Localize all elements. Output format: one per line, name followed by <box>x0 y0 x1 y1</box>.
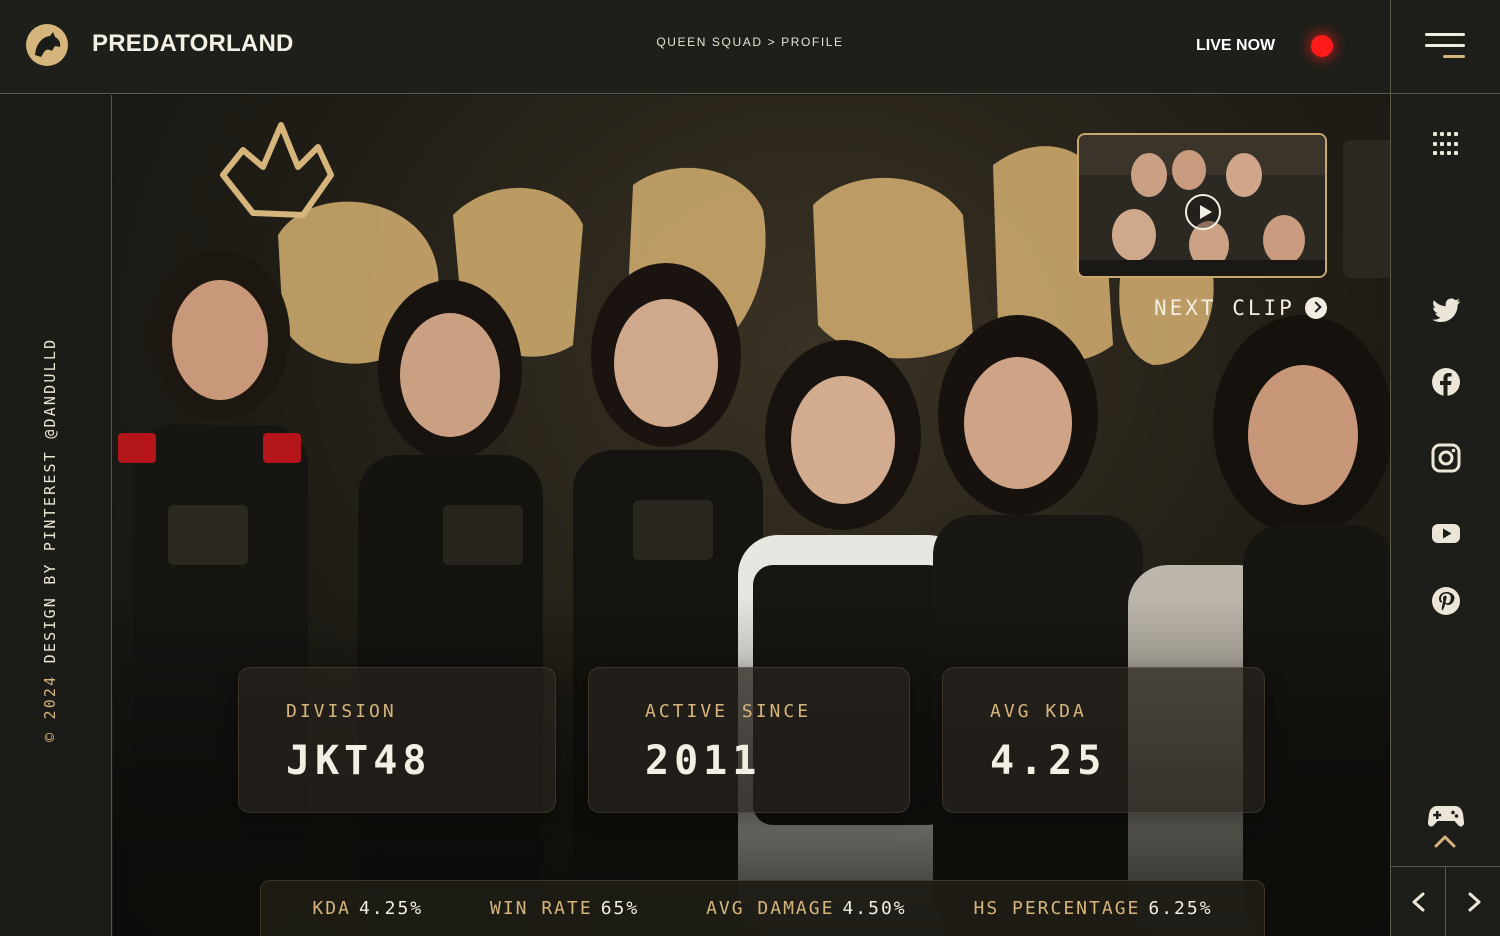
gamepad-icon[interactable] <box>1427 801 1465 831</box>
twitter-icon[interactable] <box>1430 294 1462 326</box>
ticker-label: AVG DAMAGE <box>706 898 835 919</box>
stat-value: JKT48 <box>286 738 432 784</box>
ticker-item-avg-damage: AVG DAMAGE 4.50% <box>706 898 907 919</box>
breadcrumb: QUEEN SQUAD > PROFILE <box>600 35 900 49</box>
right-rail <box>1390 0 1500 936</box>
pinterest-icon[interactable] <box>1430 585 1462 617</box>
youtube-icon[interactable] <box>1430 517 1462 549</box>
ticker-value: 6.25% <box>1148 898 1213 919</box>
stat-label: DIVISION <box>286 701 397 722</box>
stat-card-active-since: ACTIVE SINCE 2011 <box>588 667 910 813</box>
chevron-up-icon[interactable] <box>1433 832 1457 850</box>
stats-ticker: KDA 4.25% WIN RATE 65% AVG DAMAGE 4.50% HS … <box>260 880 1265 936</box>
brand-name[interactable]: PREDATORLAND <box>92 30 294 58</box>
breadcrumb-separator: > <box>767 35 777 49</box>
menu-icon[interactable] <box>1391 0 1500 94</box>
facebook-icon[interactable] <box>1430 366 1462 398</box>
apps-grid-icon[interactable] <box>1433 132 1459 158</box>
ticker-label: WIN RATE <box>489 898 593 919</box>
arrow-left-icon[interactable] <box>1391 867 1446 936</box>
next-clip-button[interactable]: NEXT CLIP <box>1154 296 1327 320</box>
ticker-value: 65% <box>600 898 640 919</box>
stat-value: 2011 <box>645 738 762 784</box>
live-now-label[interactable]: LIVE NOW <box>1196 37 1275 55</box>
live-indicator-icon <box>1311 35 1333 57</box>
ticker-item-hs-percentage: HS PERCENTAGE 6.25% <box>973 898 1212 919</box>
ticker-value: 4.50% <box>842 898 907 919</box>
arrow-right-icon[interactable] <box>1446 867 1500 936</box>
design-credit: © 2024 DESIGN BY PINTEREST @DANDULLD <box>41 338 59 742</box>
crown-icon <box>220 122 334 218</box>
pager-controls <box>1391 866 1500 936</box>
breadcrumb-section[interactable]: QUEEN SQUAD <box>656 35 762 49</box>
stat-card-avg-kda: AVG KDA 4.25 <box>942 667 1265 813</box>
ticker-value: 4.25% <box>358 898 424 919</box>
stat-label: ACTIVE SINCE <box>645 701 812 722</box>
play-icon[interactable] <box>1185 194 1221 230</box>
top-header: PREDATORLAND QUEEN SQUAD > PROFILE LIVE … <box>0 0 1390 94</box>
stat-card-division: DIVISION JKT48 <box>238 667 556 813</box>
ticker-item-kda: KDA 4.25% <box>312 898 423 919</box>
breadcrumb-page: PROFILE <box>781 35 844 49</box>
predator-logo-icon[interactable] <box>26 24 68 66</box>
stat-label: AVG KDA <box>990 701 1087 722</box>
credit-year: © 2024 <box>41 674 59 742</box>
next-clip-label: NEXT CLIP <box>1154 296 1295 320</box>
chevron-right-circle-icon <box>1304 297 1327 319</box>
ticker-item-win-rate: WIN RATE 65% <box>490 898 639 919</box>
next-clip-thumbnail[interactable] <box>1343 140 1390 278</box>
instagram-icon[interactable] <box>1430 442 1462 474</box>
stat-value: 4.25 <box>990 738 1107 784</box>
ticker-label: KDA <box>312 898 351 919</box>
ticker-label: HS PERCENTAGE <box>973 898 1141 919</box>
credit-text: DESIGN BY PINTEREST @DANDULLD <box>41 337 59 664</box>
